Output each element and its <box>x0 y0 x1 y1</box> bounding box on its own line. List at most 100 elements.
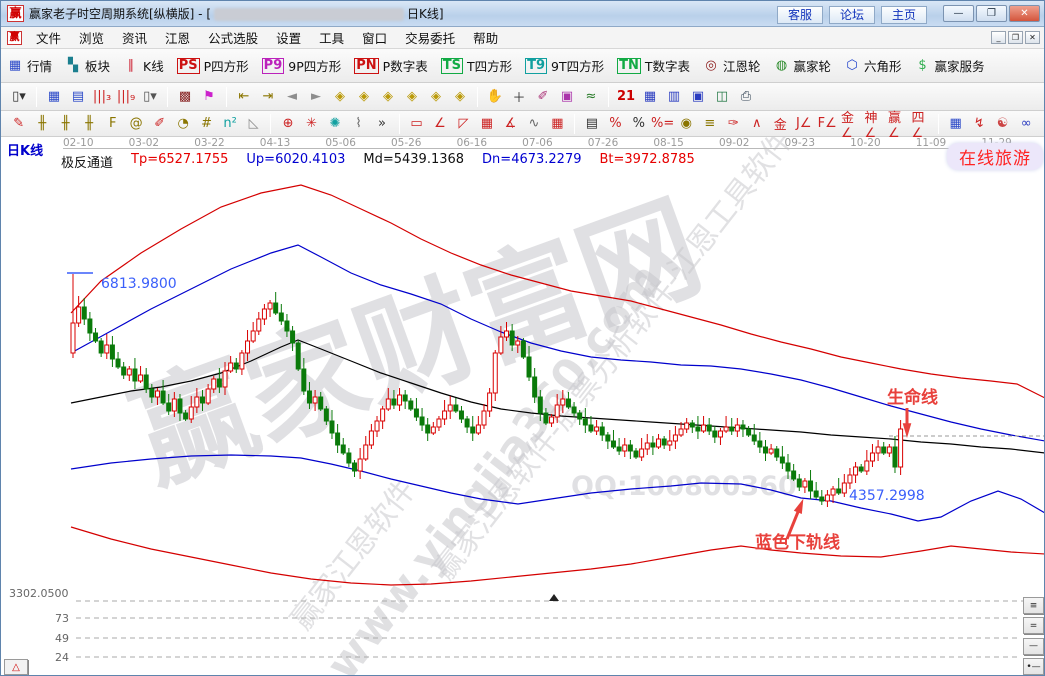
gold-lines-icon[interactable]: ≡ <box>699 114 720 134</box>
crosshair-tool-icon[interactable]: ＋ <box>508 87 530 107</box>
toolbar-quotes[interactable]: ▦行情 <box>7 56 52 75</box>
indicator-toggle-button[interactable]: △ <box>4 659 28 675</box>
wave-tool-icon[interactable]: ≈ <box>580 87 602 107</box>
minute-chart-icon[interactable]: ▦ <box>43 87 65 107</box>
hand-tool-icon[interactable]: ✋ <box>484 87 506 107</box>
pencil-ruler-icon[interactable]: ✐ <box>149 114 170 134</box>
infinity-icon[interactable]: ∞ <box>1015 114 1036 134</box>
gann-grid-f-icon[interactable]: F <box>102 114 123 134</box>
percent-red-icon[interactable]: % <box>605 114 626 134</box>
set-square-icon[interactable]: ◺ <box>243 114 264 134</box>
pane-lines-1-button[interactable]: — <box>1023 638 1044 655</box>
candlestick-chart[interactable]: 赢家财富网赢家江恩软件-股票分析软件-江恩工具软件赢家江恩软件www.yingj… <box>1 137 1045 676</box>
restore-button[interactable]: ❐ <box>976 5 1007 22</box>
wave-red-icon[interactable]: ∧ <box>746 114 767 134</box>
toolbar-hexagon[interactable]: ⬡六角形 <box>844 56 902 75</box>
yinyang-icon[interactable]: ☯ <box>992 114 1013 134</box>
toolbar-winner-wheel[interactable]: ◍赢家轮 <box>774 56 832 75</box>
toolbar-winner-service[interactable]: $赢家服务 <box>915 56 985 75</box>
menu-item-帮助[interactable]: 帮助 <box>464 26 507 49</box>
nav-prev-icon[interactable]: ◄ <box>281 87 303 107</box>
fan-tool-icon[interactable]: ∠ <box>429 114 450 134</box>
print-icon[interactable]: ⎙ <box>735 87 757 107</box>
minimize-button[interactable]: — <box>943 5 974 22</box>
toolbar-p-number-table[interactable]: PNP数字表 <box>354 56 427 75</box>
toolbar-t-number-table[interactable]: TNT数字表 <box>617 56 690 75</box>
save-disk-icon[interactable]: ▣ <box>687 87 709 107</box>
more-tools-icon[interactable]: » <box>371 114 392 134</box>
board-view-icon[interactable]: ▤ <box>67 87 89 107</box>
menu-item-文件[interactable]: 文件 <box>27 26 70 49</box>
menu-item-设置[interactable]: 设置 <box>267 26 310 49</box>
toolbar-sectors[interactable]: ▚板块 <box>65 56 110 75</box>
gann-grid-1-icon[interactable]: ╫ <box>31 114 52 134</box>
zoom-diamond-out-icon[interactable]: ◈ <box>401 87 423 107</box>
fan2-tool-icon[interactable]: ∡ <box>500 114 521 134</box>
brush-tool-icon[interactable]: ✑ <box>723 114 744 134</box>
pattern-tool-icon[interactable]: ▩ <box>174 87 196 107</box>
menu-item-窗口[interactable]: 窗口 <box>353 26 396 49</box>
menu-item-交易委托[interactable]: 交易委托 <box>396 26 464 49</box>
jin-angle-icon[interactable]: 金∠ <box>840 114 861 134</box>
zoom-diamond-full-icon[interactable]: ◈ <box>425 87 447 107</box>
flag-chart-icon[interactable]: ⚑ <box>198 87 220 107</box>
gann-grid-gold-1-icon[interactable]: ╫ <box>55 114 76 134</box>
spiral-tool-icon[interactable]: @ <box>125 114 146 134</box>
percent-line-icon[interactable]: %= <box>652 114 674 134</box>
n-squared-icon[interactable]: n² <box>219 114 240 134</box>
toolbar-p-square[interactable]: PSP四方形 <box>177 56 249 75</box>
customer-service-button[interactable]: 客服 <box>777 6 823 24</box>
zoom-diamond-right-icon[interactable]: ◈ <box>353 87 375 107</box>
ying-angle-icon[interactable]: 赢∠ <box>887 114 908 134</box>
si-angle-icon[interactable]: 四∠ <box>910 114 931 134</box>
mdi-restore-button[interactable]: ❐ <box>1008 31 1023 44</box>
menu-item-资讯[interactable]: 资讯 <box>113 26 156 49</box>
gann-clock-icon[interactable]: ◔ <box>172 114 193 134</box>
toolbar-p9-square[interactable]: P99P四方形 <box>262 56 342 75</box>
bars-9-icon[interactable]: |||₉ <box>115 87 137 107</box>
nav-first-icon[interactable]: ⇤ <box>233 87 255 107</box>
toolbar-gann-wheel[interactable]: ◎江恩轮 <box>703 56 761 75</box>
menu-item-江恩[interactable]: 江恩 <box>156 26 199 49</box>
pane-lines-2-button[interactable]: = <box>1023 617 1044 634</box>
gold-angle-icon[interactable]: 金 <box>770 114 791 134</box>
forum-button[interactable]: 论坛 <box>829 6 875 24</box>
menu-item-浏览[interactable]: 浏览 <box>70 26 113 49</box>
ladder-tool-icon[interactable]: ▤ <box>581 114 602 134</box>
gold-circle-icon[interactable]: ◉ <box>676 114 697 134</box>
web-tool-icon[interactable]: ✺ <box>324 114 345 134</box>
toolbar-kline[interactable]: ∥K线 <box>123 56 164 75</box>
starburst-tool-icon[interactable]: ✳ <box>301 114 322 134</box>
picker-tool-icon[interactable]: ✐ <box>532 87 554 107</box>
percent-black-icon[interactable]: % <box>628 114 649 134</box>
j-angle-icon[interactable]: J∠ <box>793 114 814 134</box>
nav-next-icon[interactable]: ► <box>305 87 327 107</box>
pane-slider-button[interactable]: •— <box>1023 658 1044 675</box>
region-tool-icon[interactable]: ▣ <box>556 87 578 107</box>
calendar-21-icon[interactable]: 21 <box>615 87 637 107</box>
grid-red-tool-icon[interactable]: ▦ <box>547 114 568 134</box>
bars-3-icon[interactable]: |||₃ <box>91 87 113 107</box>
candle-style-icon[interactable]: ▯▾ <box>139 87 161 107</box>
shen-angle-icon[interactable]: 神∠ <box>863 114 884 134</box>
mdi-close-button[interactable]: ✕ <box>1025 31 1040 44</box>
zoom-diamond-in-icon[interactable]: ◈ <box>377 87 399 107</box>
grid-yellow-icon[interactable]: ▦ <box>945 114 966 134</box>
period-selector-icon[interactable]: ▯▾ <box>8 87 30 107</box>
toolbar-t-square[interactable]: TST四方形 <box>441 56 512 75</box>
caliper-tool-icon[interactable]: ⌇ <box>348 114 369 134</box>
target-tool-icon[interactable]: ⊕ <box>277 114 298 134</box>
menu-item-工具[interactable]: 工具 <box>310 26 353 49</box>
web-box-tool-icon[interactable]: ▦ <box>476 114 497 134</box>
pane-lines-3-button[interactable]: ≡ <box>1023 597 1044 614</box>
mdi-minimize-button[interactable]: _ <box>991 31 1006 44</box>
zoom-diamond-reset-icon[interactable]: ◈ <box>449 87 471 107</box>
nav-last-icon[interactable]: ⇥ <box>257 87 279 107</box>
gann-grid-gold-2-icon[interactable]: ╫ <box>78 114 99 134</box>
toolbar-t9-square[interactable]: T99T四方形 <box>525 56 604 75</box>
box-tool-icon[interactable]: ▭ <box>406 114 427 134</box>
fan-box-tool-icon[interactable]: ◸ <box>453 114 474 134</box>
calculator-icon[interactable]: ▦ <box>639 87 661 107</box>
report-view-icon[interactable]: ▥ <box>663 87 685 107</box>
pencil-tool-icon[interactable]: ✎ <box>8 114 29 134</box>
